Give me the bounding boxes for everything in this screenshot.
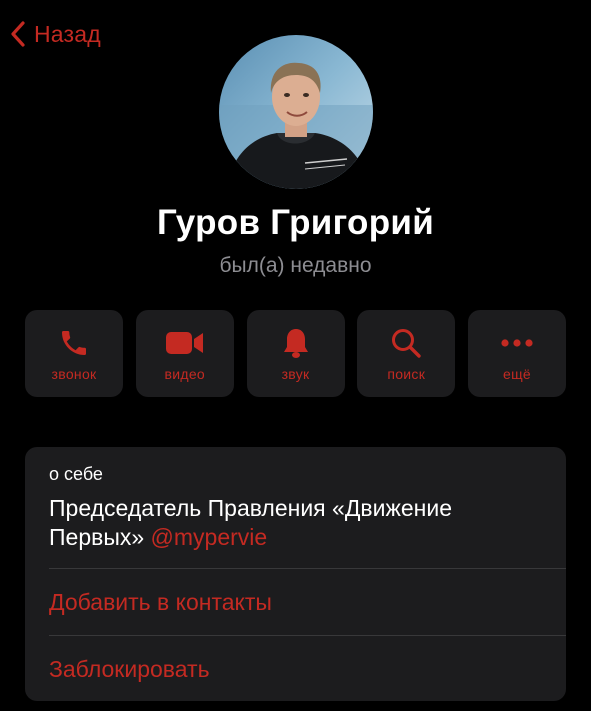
channel-mention-link[interactable]: @mypervie	[151, 524, 268, 550]
avatar[interactable]	[219, 35, 373, 189]
last-seen-status: был(а) недавно	[219, 254, 372, 277]
bell-icon	[282, 327, 310, 359]
video-label: видео	[164, 366, 205, 382]
sound-button[interactable]: звук	[246, 310, 345, 397]
more-button[interactable]: ещё	[468, 310, 566, 397]
about-text-line1: Председатель Правления «Движение	[49, 495, 452, 521]
search-icon	[390, 327, 422, 359]
video-camera-icon	[165, 327, 205, 359]
chevron-left-icon	[10, 20, 26, 48]
add-to-contacts-button[interactable]: Добавить в контакты	[49, 569, 550, 635]
back-button[interactable]: Назад	[10, 20, 101, 48]
call-label: звонок	[51, 366, 97, 382]
about-text: Председатель Правления «Движение Первых» …	[49, 494, 549, 552]
info-card: о себе Председатель Правления «Движение П…	[25, 447, 566, 701]
sound-label: звук	[281, 366, 310, 382]
call-button[interactable]: звонок	[25, 310, 123, 397]
block-user-button[interactable]: Заблокировать	[49, 636, 550, 701]
about-text-line2: Первых»	[49, 524, 145, 550]
more-label: ещё	[503, 366, 531, 382]
search-button[interactable]: поиск	[357, 310, 456, 397]
video-button[interactable]: видео	[135, 310, 234, 397]
action-bar: звонок видео звук поиск ещё	[25, 310, 566, 397]
contact-name: Гуров Григорий	[156, 203, 435, 242]
more-dots-icon	[500, 327, 534, 359]
search-label: поиск	[387, 366, 426, 382]
phone-icon	[58, 327, 90, 359]
back-label: Назад	[34, 20, 101, 47]
about-label: о себе	[49, 464, 103, 484]
